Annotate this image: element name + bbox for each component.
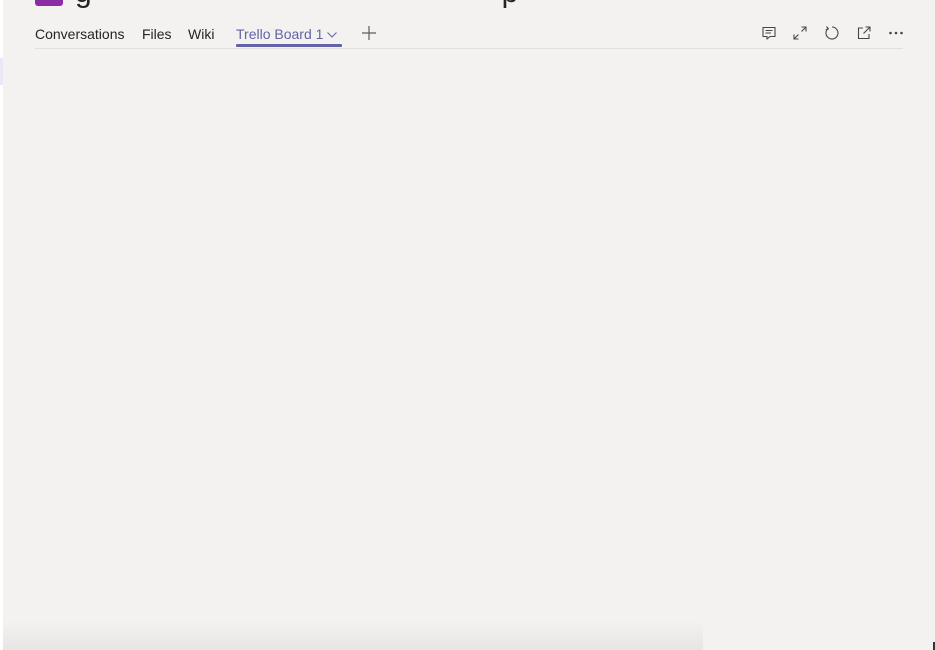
app-left-rail-edge bbox=[0, 0, 3, 650]
team-avatar[interactable] bbox=[35, 0, 63, 6]
content-bottom-shadow bbox=[3, 620, 703, 650]
tab-trello-board-1-label: Trello Board 1 bbox=[236, 26, 324, 42]
tab-bar: Conversations Files Wiki Trello Board 1 bbox=[35, 18, 903, 49]
expand-icon[interactable] bbox=[792, 25, 808, 41]
tab-files[interactable]: Files bbox=[142, 26, 172, 42]
channel-header: g p bbox=[35, 0, 535, 8]
popout-icon[interactable] bbox=[856, 25, 872, 41]
reload-icon[interactable] bbox=[824, 25, 840, 41]
conversation-icon[interactable] bbox=[761, 25, 777, 41]
left-rail-selection-marker bbox=[0, 58, 3, 85]
more-options-icon[interactable] bbox=[888, 25, 904, 41]
tab-trello-board-1[interactable]: Trello Board 1 bbox=[236, 26, 338, 42]
plus-icon[interactable] bbox=[361, 25, 377, 41]
tab-wiki[interactable]: Wiki bbox=[188, 26, 214, 42]
tab-conversations[interactable]: Conversations bbox=[35, 26, 125, 42]
channel-title-cropped: g p bbox=[75, 0, 518, 8]
chevron-down-icon[interactable] bbox=[327, 32, 338, 38]
avatar-stem bbox=[56, 0, 60, 6]
active-tab-indicator bbox=[236, 44, 342, 47]
